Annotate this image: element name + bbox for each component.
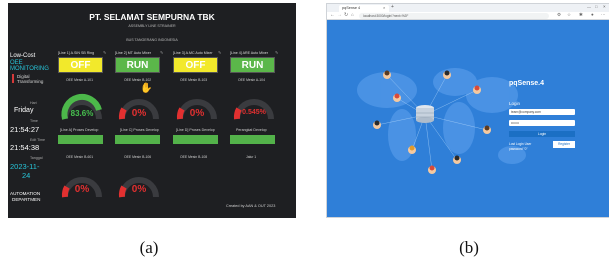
- maximize-icon[interactable]: □: [595, 4, 597, 9]
- gauge-5-label: OEE Mesin B-601: [66, 155, 94, 159]
- time-value: 21:54:27: [10, 125, 40, 134]
- tile-1-status: OFF: [58, 57, 103, 73]
- minimize-icon[interactable]: —: [587, 4, 591, 9]
- edit-time-value: 21:54:38: [10, 143, 40, 152]
- login-page-screenshot: pqSense 4 × + — □ × ← → ↻ ⌂ localhost:30…: [326, 3, 609, 218]
- oee-dashboard-screenshot: PT. SELAMAT SEMPURNA TBK ASSEMBLY LINE S…: [8, 3, 296, 218]
- tile-3-status: OFF: [173, 57, 218, 73]
- gauge-2: [118, 99, 159, 120]
- bar-3-label: [Line D] Proses Develop: [176, 128, 215, 132]
- world-network-illustration: [357, 68, 526, 174]
- address-bar[interactable]: localhost:3000/login/?next=%2F: [359, 13, 549, 19]
- location-subtitle: BUS TANGERANG INDONESIA: [126, 38, 178, 42]
- back-icon[interactable]: ←: [330, 12, 335, 18]
- tanggal-value-line-2: 24: [22, 171, 31, 180]
- gauge-3-label: OEE Mesin B-103: [180, 78, 208, 82]
- gauge-4-label: OEE Mesin A-104: [238, 78, 265, 82]
- hari-label: Hari: [30, 101, 37, 105]
- bar-3: [173, 135, 218, 144]
- window-close-icon[interactable]: ×: [603, 4, 606, 9]
- bar-2: [115, 135, 160, 144]
- forgot-text-line-2[interactable]: password "0": [509, 147, 528, 151]
- gauge-6: [118, 177, 159, 198]
- gauge-4-value: 0.545%: [242, 109, 266, 116]
- sidebar: Low-Cost OEE MONITORING Digital Transfor…: [8, 49, 52, 218]
- gauge-2-value: 0%: [131, 108, 147, 119]
- sidebar-item-transforming[interactable]: Transforming: [17, 79, 43, 84]
- gauge-3-value: 0%: [189, 108, 205, 119]
- tile-2-label: [Line 2] MT Auto Mixer: [115, 51, 151, 55]
- gauge-4: [233, 99, 274, 120]
- password-field[interactable]: •••••••: [509, 120, 575, 126]
- caption-a: (a): [139, 238, 159, 257]
- edit-icon[interactable]: ✎: [218, 50, 221, 55]
- gauge-5: [61, 177, 102, 198]
- gauge-7-label: OEE Mesin B-108: [180, 155, 208, 159]
- home-icon[interactable]: ⌂: [351, 12, 354, 17]
- login-heading: Login: [509, 101, 521, 106]
- caption-b: (b): [459, 238, 479, 257]
- browser-tab[interactable]: pqSense 4 ×: [339, 5, 389, 12]
- tanggal-value-line-1: 2023-11-: [10, 162, 40, 171]
- gauge-1-value: 83.6%: [70, 109, 94, 118]
- new-tab-icon[interactable]: +: [391, 4, 394, 10]
- gauge-2-label: OEE Mesin B-102: [124, 78, 152, 82]
- hari-value: Friday: [14, 107, 34, 114]
- gauge-6-value: 0%: [131, 184, 147, 195]
- extensions-icon[interactable]: ✱: [579, 12, 583, 18]
- footer-line-2: DEPARTMEN: [12, 197, 41, 202]
- active-menu-marker: [12, 74, 14, 83]
- tab-title: pqSense 4: [342, 6, 361, 10]
- app-title: pqSense.4: [509, 80, 545, 87]
- time-label: Time: [30, 119, 38, 123]
- line-subtitle: ASSEMBLY LINE STRAINER: [128, 24, 176, 28]
- tile-2-status: RUN: [115, 57, 160, 73]
- gauge-5-value: 0%: [74, 184, 90, 195]
- bar-1-label: [Line A] Proses Develop: [60, 128, 99, 132]
- company-title: PT. SELAMAT SEMPURNA TBK: [89, 12, 215, 22]
- footer-credit: Created by AAN & OUT 2023: [226, 204, 276, 208]
- bar-4-label: Perangkat Develop: [236, 128, 267, 132]
- brand-line-1: Low-Cost: [10, 53, 36, 59]
- forward-icon[interactable]: →: [337, 12, 342, 18]
- footer-line-1: AUTOMATION: [10, 191, 41, 196]
- mouse-cursor-icon: ✋: [140, 83, 153, 94]
- gauge-1: [61, 93, 102, 120]
- gauge-6-label: OEE Mesin B-106: [124, 155, 152, 159]
- menu-icon[interactable]: ⋯: [601, 12, 606, 18]
- reload-icon[interactable]: ↻: [344, 12, 348, 18]
- edit-icon[interactable]: ✎: [103, 50, 106, 55]
- edit-icon[interactable]: ✎: [275, 50, 278, 55]
- bar-2-label: [Line C] Proses Develop: [120, 128, 159, 132]
- browser-toolbar: ← → ↻ ⌂ localhost:3000/login/?next=%2F ⚙…: [327, 12, 609, 20]
- tile-3-label: [Line 3] A.MC Auto Mixer: [173, 51, 213, 55]
- close-icon[interactable]: ×: [383, 5, 385, 10]
- tanggal-label: Tanggal: [30, 156, 43, 160]
- brand-line-3: MONITORING: [10, 66, 49, 72]
- gauge-3: [176, 99, 217, 120]
- forgot-text-line-1[interactable]: Lost Login User: [509, 142, 531, 146]
- address-text: localhost:3000/login/?next=%2F: [363, 14, 409, 18]
- login-page-body: pqSense.4 Login team@company.com •••••••…: [327, 20, 609, 217]
- edit-time-label: Edit Time: [30, 138, 45, 142]
- bar-4: [230, 135, 275, 144]
- browser-tab-bar: pqSense 4 × + — □ ×: [327, 4, 609, 12]
- edit-icon[interactable]: ✎: [160, 50, 163, 55]
- database-icon: [416, 105, 434, 123]
- bar-1: [58, 135, 103, 144]
- settings-icon[interactable]: ⚙: [557, 12, 561, 18]
- tile-1-label: [Line 1] A.SIN SB Ring: [58, 51, 95, 55]
- username-field[interactable]: team@company.com: [509, 109, 575, 115]
- star-icon[interactable]: ☆: [567, 12, 571, 18]
- login-button[interactable]: Login: [509, 131, 575, 137]
- register-button[interactable]: Register: [553, 141, 575, 148]
- gauge-1-label: OEE Mesin A-101: [66, 78, 93, 82]
- tile-4-label: [Line 4] ARE Auto Mixer: [230, 51, 268, 55]
- gauge-8-label: Jalur 1: [246, 155, 257, 159]
- tile-4-status: RUN: [230, 57, 275, 73]
- profile-icon[interactable]: ●: [591, 12, 594, 17]
